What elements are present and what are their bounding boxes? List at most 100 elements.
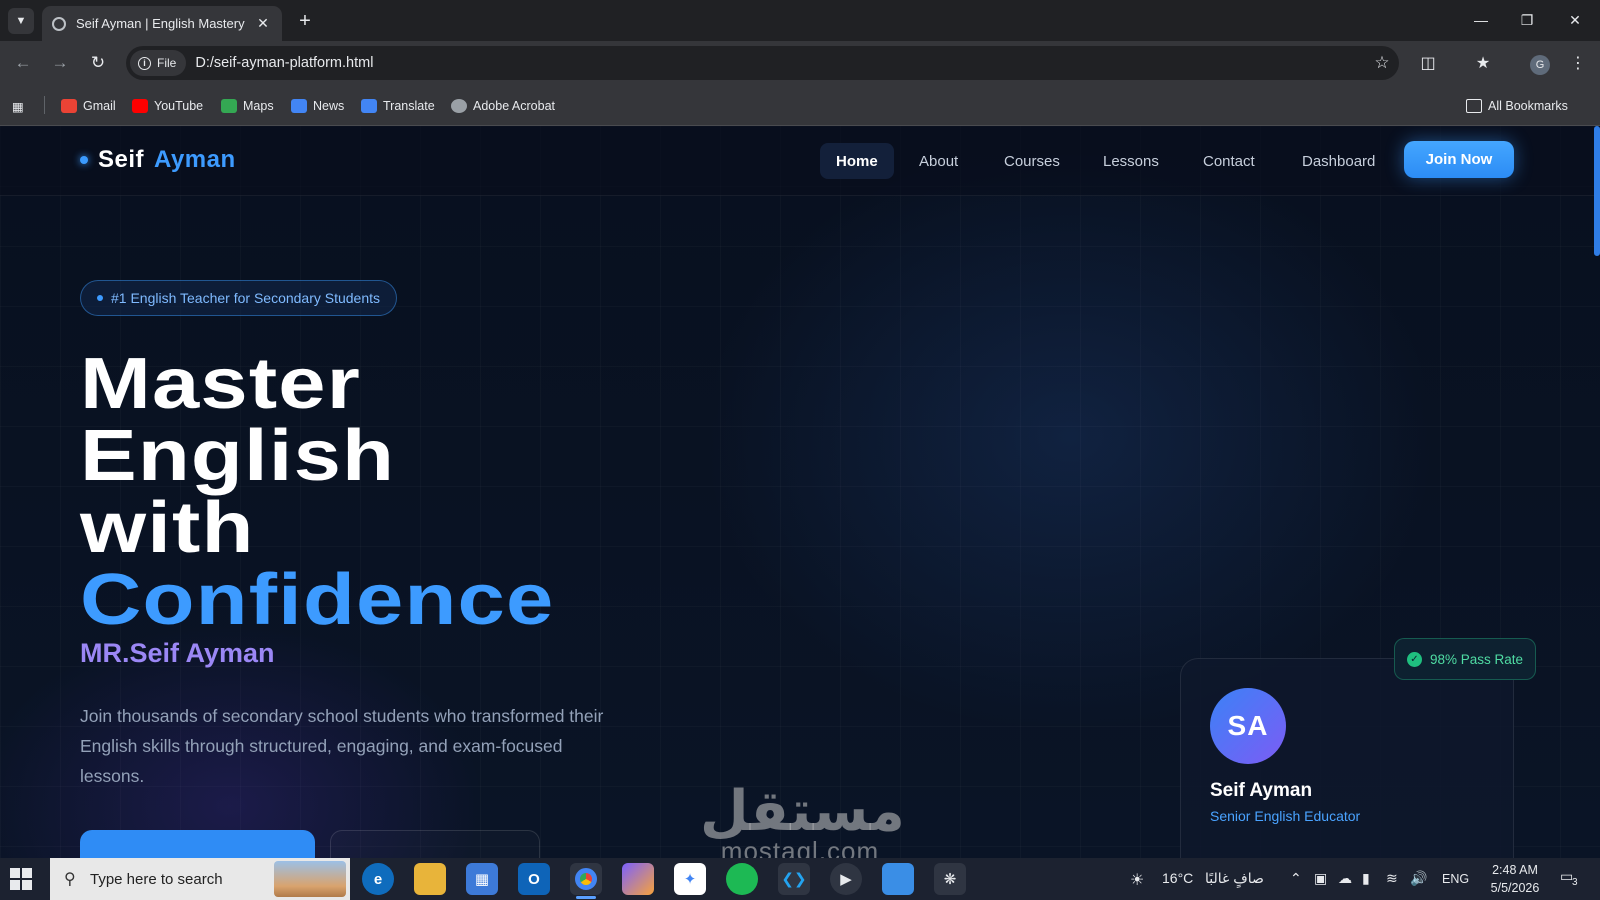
chevron-up-icon[interactable]: ⌃: [1290, 870, 1302, 887]
edge-icon[interactable]: e: [362, 863, 394, 895]
maps-icon: [221, 99, 237, 113]
wifi-icon[interactable]: ≋: [1386, 870, 1398, 887]
site-info-label: File: [157, 56, 177, 70]
folder-icon: [1466, 99, 1482, 113]
url-text[interactable]: D:/seif-ayman-platform.html: [195, 55, 1365, 71]
nav-dashboard[interactable]: Dashboard: [1286, 143, 1391, 179]
pass-rate-badge: ✓ 98% Pass Rate: [1394, 638, 1536, 680]
nav-courses[interactable]: Courses: [988, 143, 1076, 179]
cloud-off-icon[interactable]: ☁: [1338, 870, 1352, 887]
volume-icon[interactable]: 🔊: [1410, 870, 1427, 887]
bookmark-news[interactable]: News: [291, 96, 344, 116]
vscode-icon[interactable]: ❮❯: [778, 863, 810, 895]
search-icon: ⚲: [64, 871, 76, 888]
news-icon: [291, 99, 307, 113]
file-explorer-icon[interactable]: [414, 863, 446, 895]
join-now-button[interactable]: Join Now: [1404, 141, 1514, 178]
bookmark-adobe-acrobat[interactable]: Adobe Acrobat: [451, 96, 555, 116]
profile-avatar[interactable]: G: [1530, 55, 1550, 75]
badge-dot-icon: [97, 295, 103, 301]
weather-icon[interactable]: ☀: [1130, 870, 1144, 890]
bookmark-star-icon[interactable]: ☆: [1365, 53, 1399, 73]
profile-role: Senior English Educator: [1210, 808, 1361, 824]
hero-description: Join thousands of secondary school stude…: [80, 706, 604, 786]
address-bar[interactable]: i File D:/seif-ayman-platform.html ☆: [126, 46, 1399, 80]
all-bookmarks-folder[interactable]: All Bookmarks: [1466, 96, 1568, 116]
menu-kebab-icon[interactable]: ⋮: [1564, 49, 1592, 77]
browser-tab-active[interactable]: Seif Ayman | English Mastery ✕: [42, 6, 282, 41]
nav-lessons[interactable]: Lessons: [1087, 143, 1175, 179]
notification-count: 3: [1572, 877, 1578, 888]
notification-center-icon[interactable]: ▭ 3: [1560, 868, 1584, 890]
microsoft-store-icon[interactable]: ▦: [466, 863, 498, 895]
new-tab-button[interactable]: +: [292, 8, 318, 34]
close-window-button[interactable]: ✕: [1552, 4, 1598, 36]
watermark-arabic: مستقل: [700, 779, 905, 844]
close-tab-icon[interactable]: ✕: [254, 15, 272, 33]
weather-text[interactable]: صافٍ غالبًا: [1205, 870, 1264, 887]
weather-temp[interactable]: 16°C: [1162, 870, 1193, 886]
search-highlight-image: [274, 861, 346, 897]
battery-icon[interactable]: ▮: [1362, 870, 1370, 887]
watermark: مستقل mostaql.com: [700, 779, 905, 859]
info-icon: i: [138, 56, 151, 70]
primary-cta-button[interactable]: [80, 830, 315, 858]
nav-home[interactable]: Home: [820, 143, 894, 179]
teacher-name: MR.Seif Ayman: [80, 638, 275, 668]
hero-title-line-3: with: [80, 488, 255, 568]
site-logo[interactable]: Seif Ayman: [80, 146, 236, 174]
translate-icon: [361, 99, 377, 113]
check-circle-icon: ✓: [1406, 651, 1422, 667]
extensions-icon[interactable]: ◫: [1414, 49, 1442, 77]
tab-title: Seif Ayman | English Mastery: [76, 16, 245, 31]
bookmark-gmail[interactable]: Gmail: [61, 96, 116, 116]
bookmarks-bar: ▦ Gmail YouTube Maps News Translate Adob…: [0, 85, 1600, 126]
nav-contact[interactable]: Contact: [1187, 143, 1271, 179]
profile-avatar-initials: SA: [1210, 688, 1286, 764]
windows-start-icon[interactable]: [10, 868, 32, 890]
globe-icon: [451, 99, 467, 113]
media-player-icon[interactable]: ▶: [830, 863, 862, 895]
web-page: Seif Ayman Home About Courses Lessons Co…: [0, 126, 1600, 858]
globe-icon: [52, 16, 66, 31]
taskbar-search-placeholder: Type here to search: [90, 870, 223, 888]
outlook-icon[interactable]: O: [518, 863, 550, 895]
logo-dot-icon: [80, 156, 88, 164]
browser-toolbar: ← → ↻ i File D:/seif-ayman-platform.html…: [0, 41, 1600, 85]
gemini-icon[interactable]: ✦: [674, 863, 706, 895]
tab-search-button[interactable]: ▼: [8, 8, 34, 34]
minimize-button[interactable]: —: [1458, 4, 1504, 36]
clock-date: 5/5/2026: [1490, 881, 1540, 895]
language-indicator[interactable]: ENG: [1442, 872, 1469, 886]
browser-tab-strip: ▼ Seif Ayman | English Mastery ✕ + — ❐ ✕: [0, 0, 1600, 41]
bookmark-translate[interactable]: Translate: [361, 96, 435, 116]
page-scrollbar[interactable]: [1594, 126, 1600, 256]
hero-badge: #1 English Teacher for Secondary Student…: [80, 280, 398, 316]
youtube-icon: [132, 99, 148, 113]
hero-title-line-1: Master: [80, 344, 361, 424]
site-navbar: Seif Ayman Home About Courses Lessons Co…: [0, 126, 1600, 196]
bookmark-maps[interactable]: Maps: [221, 96, 274, 116]
site-info-chip[interactable]: i File: [130, 50, 187, 76]
photos-icon[interactable]: [882, 863, 914, 895]
chatgpt-icon[interactable]: ❋: [934, 863, 966, 895]
hero-title-line-2: English: [80, 416, 396, 496]
reload-button[interactable]: ↻: [84, 49, 112, 77]
copilot-icon[interactable]: [622, 863, 654, 895]
secondary-cta-button[interactable]: [330, 830, 540, 858]
forward-button[interactable]: →: [46, 49, 74, 77]
spotify-icon[interactable]: [726, 863, 758, 895]
nav-about[interactable]: About: [903, 143, 974, 179]
chrome-icon[interactable]: [570, 863, 602, 899]
favorites-icon[interactable]: ★: [1469, 49, 1497, 77]
bookmarks-divider: [44, 96, 45, 114]
restore-button[interactable]: ❐: [1504, 4, 1550, 36]
taskbar-clock[interactable]: 2:48 AM 5/5/2026: [1480, 861, 1550, 897]
apps-grid-icon[interactable]: ▦: [12, 96, 24, 116]
taskbar-search-box[interactable]: ⚲ Type here to search: [50, 858, 350, 900]
meet-icon[interactable]: ▣: [1314, 870, 1327, 887]
bookmark-youtube[interactable]: YouTube: [132, 96, 203, 116]
back-button[interactable]: ←: [9, 49, 37, 77]
gmail-icon: [61, 99, 77, 113]
watermark-latin: mostaql.com: [720, 836, 880, 858]
